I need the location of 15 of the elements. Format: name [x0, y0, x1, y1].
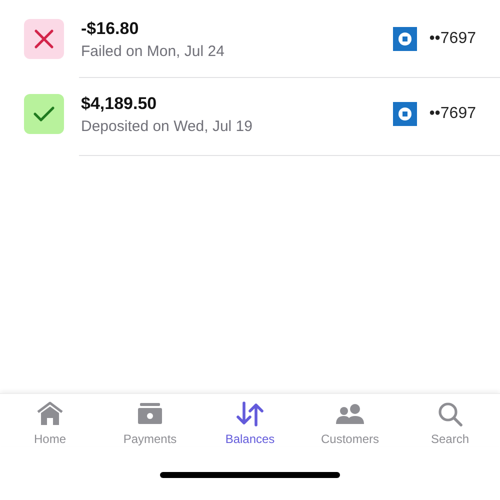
bank-logo-icon: [393, 102, 418, 126]
transaction-status: Deposited on Wed, Jul 19: [81, 118, 254, 134]
tab[interactable]: Home: [0, 400, 100, 446]
tab[interactable]: Payments: [100, 400, 200, 446]
tab[interactable]: Search: [400, 400, 500, 446]
account-number: ••7697: [429, 105, 476, 123]
bank-logo-icon: [393, 27, 418, 51]
transaction-amount: -$16.80: [81, 18, 140, 38]
tab[interactable]: Customers: [300, 400, 400, 446]
account-number: ••7697: [429, 30, 476, 48]
transaction-status: Failed on Mon, Jul 24: [81, 42, 226, 60]
arrows-icon: [235, 400, 265, 428]
house-icon: [35, 400, 65, 428]
transaction-amount: $4,189.50: [81, 94, 158, 114]
tab[interactable]: Balances: [200, 400, 300, 446]
